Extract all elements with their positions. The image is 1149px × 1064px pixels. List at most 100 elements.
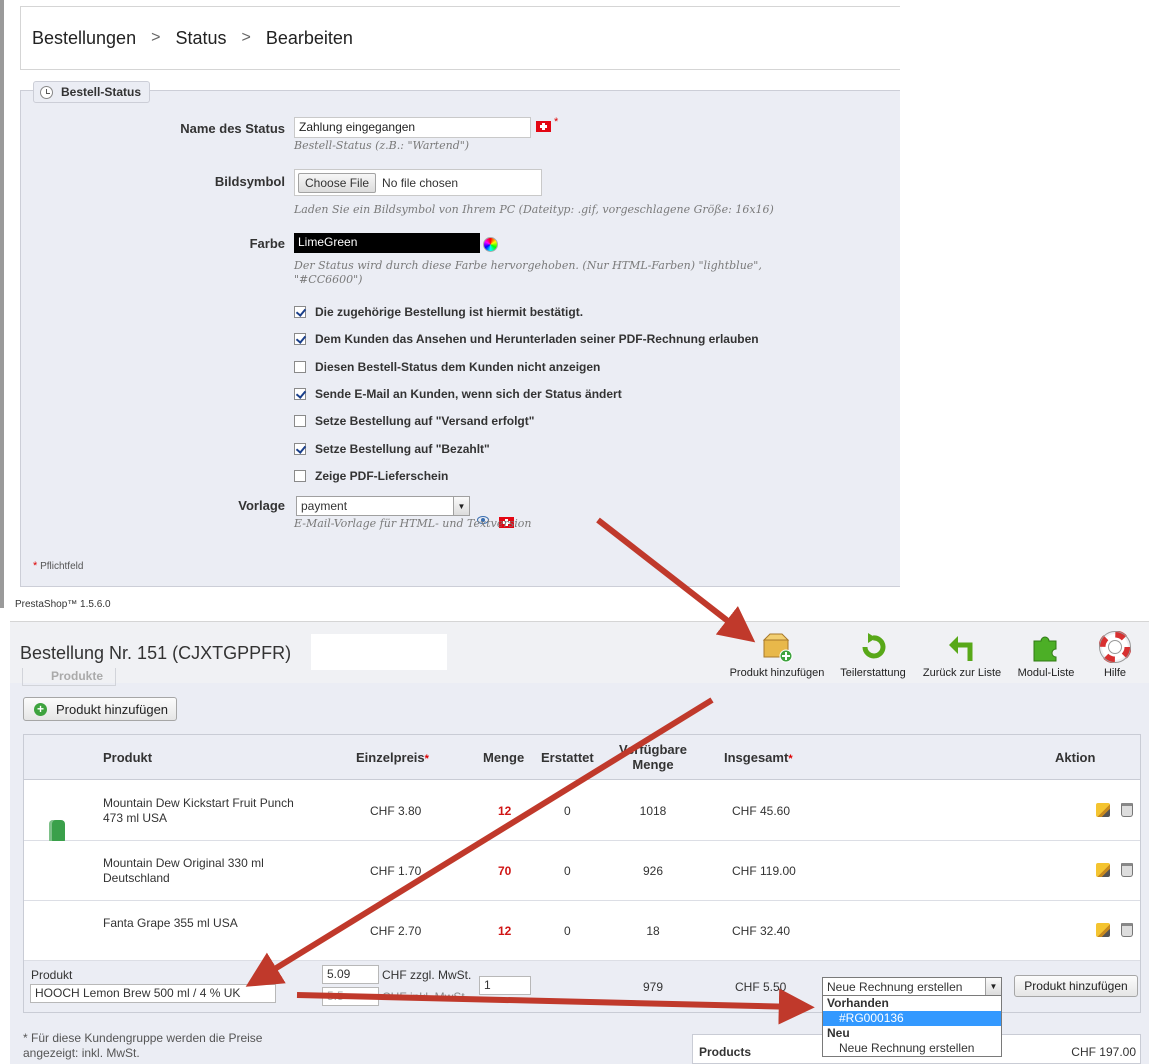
color-picker-icon[interactable] — [483, 237, 498, 252]
swiss-flag-icon[interactable] — [536, 121, 551, 132]
breadcrumb-separator: > — [241, 29, 251, 46]
checkbox-row[interactable]: Setze Bestellung auf "Bezahlt" — [294, 442, 490, 456]
toolbar-label: Produkt hinzufügen — [729, 667, 825, 679]
dropdown-arrow-icon[interactable]: ▼ — [453, 497, 469, 515]
new-product-label: Produkt — [31, 968, 73, 982]
template-select-value: payment — [301, 499, 348, 513]
add-product-label: Produkt hinzufügen — [56, 701, 169, 717]
checkbox[interactable] — [294, 361, 306, 373]
product-name[interactable]: Fanta Grape 355 ml USA — [103, 916, 313, 931]
breadcrumb: Bestellungen > Status > Bearbeiten — [20, 6, 900, 70]
col-header-refunded: Erstattet — [541, 750, 594, 765]
price-incl-input[interactable]: 5.5 — [322, 987, 379, 1006]
edit-pencil-icon[interactable] — [1096, 923, 1110, 937]
price-excl-label: CHF zzgl. MwSt. — [382, 968, 472, 982]
checkbox-row[interactable]: Sende E-Mail an Kunden, wenn sich der St… — [294, 387, 622, 401]
checkbox-row[interactable]: Zeige PDF-Lieferschein — [294, 469, 448, 483]
product-total: CHF 119.00 — [732, 864, 796, 878]
required-marker: * — [554, 116, 559, 128]
checkbox-row[interactable]: Setze Bestellung auf "Versand erfolgt" — [294, 414, 534, 428]
col-header-qty: Menge — [483, 750, 525, 765]
required-marker: * — [788, 753, 793, 765]
new-product-input[interactable]: HOOCH Lemon Brew 500 ml / 4 % UK — [30, 984, 276, 1003]
checkbox[interactable] — [294, 388, 306, 400]
toolbar-help-button[interactable]: Hilfe — [1090, 631, 1140, 679]
delete-trash-icon[interactable] — [1121, 923, 1133, 937]
col-header-available-line1: Verfügbare — [619, 742, 687, 757]
add-product-button[interactable]: + Produkt hinzufügen — [23, 697, 178, 721]
template-select[interactable]: payment ▼ — [296, 496, 470, 516]
edit-pencil-icon[interactable] — [1096, 863, 1110, 877]
delete-trash-icon[interactable] — [1121, 803, 1133, 817]
dropdown-option[interactable]: #RG000136 — [823, 1011, 1001, 1026]
checkbox[interactable] — [294, 415, 306, 427]
product-refunded: 0 — [564, 804, 571, 818]
choose-file-button[interactable]: Choose File — [298, 172, 377, 193]
totals-label: Products — [699, 1045, 752, 1059]
table-row — [24, 901, 1140, 961]
breadcrumb-item-status[interactable]: Status — [175, 28, 226, 49]
required-note-text: Pflichtfeld — [40, 561, 84, 572]
breadcrumb-item-orders[interactable]: Bestellungen — [32, 28, 136, 49]
clock-icon — [40, 85, 53, 99]
color-input[interactable]: LimeGreen — [294, 233, 480, 253]
col-header-product: Produkt — [103, 750, 153, 765]
totals-value: CHF 197.00 — [1071, 1045, 1136, 1059]
box-add-icon — [762, 633, 793, 663]
toolbar-partial-refund-button[interactable]: Teilerstattung — [833, 631, 913, 679]
footer-version: PrestaShop™ 1.5.6.0 — [15, 599, 111, 610]
breadcrumb-item-edit: Bearbeiten — [265, 27, 353, 48]
new-total: CHF 5.50 — [735, 980, 787, 994]
price-excl-input[interactable]: 5.09 — [322, 965, 379, 984]
new-qty-input[interactable]: 1 — [479, 976, 531, 995]
dropdown-option[interactable]: Neue Rechnung erstellen — [823, 1041, 1001, 1056]
product-price: CHF 2.70 — [370, 924, 422, 938]
product-available: 18 — [646, 924, 660, 938]
legend-label: Bestell-Status — [61, 85, 142, 99]
status-name-input[interactable]: Zahlung eingegangen — [294, 117, 531, 138]
checkbox-label: Sende E-Mail an Kunden, wenn sich der St… — [315, 387, 622, 401]
invoice-select[interactable]: Neue Rechnung erstellen ▼ — [822, 977, 1002, 996]
puzzle-icon — [1033, 636, 1057, 662]
required-marker: * — [424, 753, 429, 765]
checkbox-row[interactable]: Dem Kunden das Ansehen und Herunterladen… — [294, 332, 759, 346]
toolbar-add-product-button[interactable]: Produkt hinzufügen — [727, 631, 827, 679]
checkbox-label: Zeige PDF-Lieferschein — [315, 469, 449, 483]
status-name-label: Name des Status — [180, 121, 285, 136]
new-row-add-button[interactable]: Produkt hinzufügen — [1014, 975, 1138, 997]
fieldset-legend: Bestell-Status — [33, 81, 151, 103]
checkbox[interactable] — [294, 470, 306, 482]
checkbox[interactable] — [294, 333, 306, 345]
edit-pencil-icon[interactable] — [1096, 803, 1110, 817]
checkbox[interactable] — [294, 306, 306, 318]
toolbar-label: Modul-Liste — [1017, 667, 1075, 679]
dropdown-arrow-icon[interactable]: ▼ — [985, 978, 1001, 995]
invoice-select-value: Neue Rechnung erstellen — [827, 979, 963, 994]
checkbox-label: Diesen Bestell-Status dem Kunden nicht a… — [315, 360, 601, 374]
plus-icon: + — [34, 702, 47, 716]
toolbar-back-button[interactable]: Zurück zur Liste — [916, 631, 1008, 679]
tab-products[interactable]: Produkte — [22, 668, 116, 686]
new-available: 979 — [642, 980, 664, 994]
toolbar-label: Zurück zur Liste — [922, 667, 1002, 679]
refresh-icon — [862, 633, 886, 659]
dropdown-group-label: Vorhanden — [827, 996, 889, 1010]
color-label: Farbe — [249, 236, 285, 251]
checkbox-row[interactable]: Die zugehörige Bestellung ist hiermit be… — [294, 305, 583, 319]
toolbar-module-list-button[interactable]: Modul-Liste — [1012, 631, 1080, 679]
required-note-star: * — [33, 560, 38, 572]
product-available: 1018 — [639, 804, 667, 818]
window-edge — [0, 0, 4, 608]
icon-label: Bildsymbol — [214, 174, 285, 189]
page-title: Bestellung Nr. 151 (CJXTGPPFR) — [20, 643, 292, 663]
product-name[interactable]: Mountain Dew Original 330 ml Deutschland — [103, 856, 313, 886]
col-header-available-line2: Menge — [632, 757, 674, 772]
product-total: CHF 45.60 — [732, 804, 791, 818]
col-header-available: Verfügbare Menge — [613, 742, 693, 772]
product-name[interactable]: Mountain Dew Kickstart Fruit Punch 473 m… — [103, 796, 313, 826]
status-name-hint: Bestell-Status (z.B.: "Wartend") — [294, 139, 470, 152]
delete-trash-icon[interactable] — [1121, 863, 1133, 877]
toolbar-label: Hilfe — [1103, 667, 1126, 679]
checkbox[interactable] — [294, 443, 306, 455]
checkbox-row[interactable]: Diesen Bestell-Status dem Kunden nicht a… — [294, 360, 600, 374]
